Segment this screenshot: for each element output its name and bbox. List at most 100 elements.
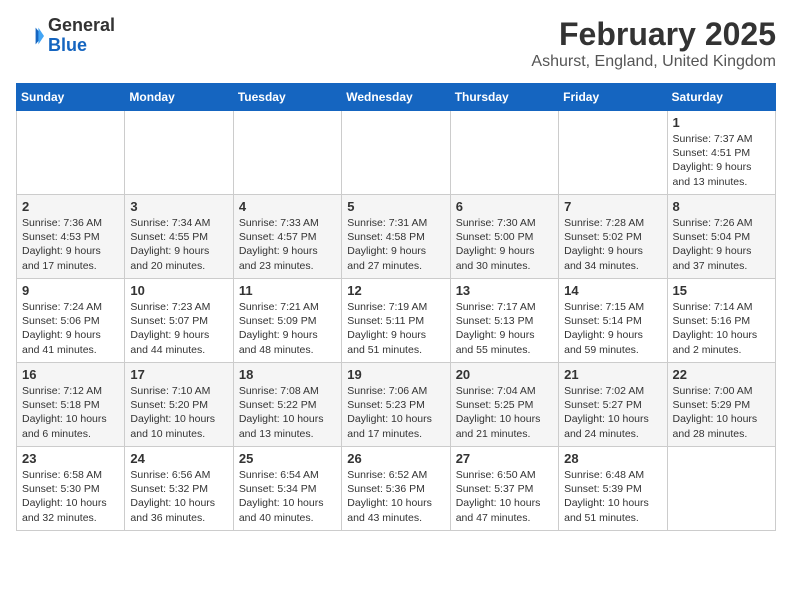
- week-row-4: 23Sunrise: 6:58 AM Sunset: 5:30 PM Dayli…: [17, 447, 776, 531]
- cell-text: Sunrise: 7:06 AM Sunset: 5:23 PM Dayligh…: [347, 384, 444, 441]
- weekday-header-sunday: Sunday: [17, 84, 125, 111]
- calendar-cell: 22Sunrise: 7:00 AM Sunset: 5:29 PM Dayli…: [667, 363, 775, 447]
- cell-content: 20 Sunrise: 7:04 AM Sunset: 5:25 PM Dayli…: [456, 367, 553, 442]
- cell-text: Sunrise: 7:23 AM Sunset: 5:07 PM Dayligh…: [130, 300, 227, 357]
- cell-content: [564, 115, 661, 190]
- day-number: 20: [456, 367, 553, 382]
- day-number: 12: [347, 283, 444, 298]
- calendar-cell: 4 Sunrise: 7:33 AM Sunset: 4:57 PM Daylig…: [233, 195, 341, 279]
- cell-content: 1 Sunrise: 7:37 AM Sunset: 4:51 PM Daylig…: [673, 115, 770, 190]
- day-number: 1: [673, 115, 770, 130]
- day-number: 23: [22, 451, 119, 466]
- cell-text: Sunrise: 6:50 AM Sunset: 5:37 PM Dayligh…: [456, 468, 553, 525]
- day-number: 4: [239, 199, 336, 214]
- cell-content: 5 Sunrise: 7:31 AM Sunset: 4:58 PM Daylig…: [347, 199, 444, 274]
- calendar-cell: 6Sunrise: 7:30 AM Sunset: 5:00 PM Daylig…: [450, 195, 558, 279]
- calendar-cell: 7Sunrise: 7:28 AM Sunset: 5:02 PM Daylig…: [559, 195, 667, 279]
- cell-content: 4 Sunrise: 7:33 AM Sunset: 4:57 PM Daylig…: [239, 199, 336, 274]
- cell-content: 17 Sunrise: 7:10 AM Sunset: 5:20 PM Dayli…: [130, 367, 227, 442]
- calendar-cell: [667, 447, 775, 531]
- calendar-cell: [450, 111, 558, 195]
- day-number: 26: [347, 451, 444, 466]
- cell-content: 13Sunrise: 7:17 AM Sunset: 5:13 PM Dayli…: [456, 283, 553, 358]
- day-number: 2: [22, 199, 119, 214]
- cell-content: [130, 115, 227, 190]
- cell-content: 9 Sunrise: 7:24 AM Sunset: 5:06 PM Daylig…: [22, 283, 119, 358]
- day-number: 19: [347, 367, 444, 382]
- cell-text: Sunrise: 7:31 AM Sunset: 4:58 PM Dayligh…: [347, 216, 444, 273]
- calendar-cell: 19 Sunrise: 7:06 AM Sunset: 5:23 PM Dayli…: [342, 363, 450, 447]
- cell-text: Sunrise: 7:04 AM Sunset: 5:25 PM Dayligh…: [456, 384, 553, 441]
- calendar-cell: 20 Sunrise: 7:04 AM Sunset: 5:25 PM Dayli…: [450, 363, 558, 447]
- cell-text: Sunrise: 7:37 AM Sunset: 4:51 PM Dayligh…: [673, 132, 770, 189]
- cell-text: Sunrise: 7:08 AM Sunset: 5:22 PM Dayligh…: [239, 384, 336, 441]
- cell-content: 6Sunrise: 7:30 AM Sunset: 5:00 PM Daylig…: [456, 199, 553, 274]
- week-row-3: 16 Sunrise: 7:12 AM Sunset: 5:18 PM Dayli…: [17, 363, 776, 447]
- cell-content: 15 Sunrise: 7:14 AM Sunset: 5:16 PM Dayli…: [673, 283, 770, 358]
- cell-content: 8Sunrise: 7:26 AM Sunset: 5:04 PM Daylig…: [673, 199, 770, 274]
- day-number: 7: [564, 199, 661, 214]
- month-title: February 2025: [531, 16, 776, 53]
- cell-content: 11Sunrise: 7:21 AM Sunset: 5:09 PM Dayli…: [239, 283, 336, 358]
- calendar-cell: [342, 111, 450, 195]
- day-number: 3: [130, 199, 227, 214]
- cell-content: 3Sunrise: 7:34 AM Sunset: 4:55 PM Daylig…: [130, 199, 227, 274]
- cell-content: 12 Sunrise: 7:19 AM Sunset: 5:11 PM Dayli…: [347, 283, 444, 358]
- cell-content: 24Sunrise: 6:56 AM Sunset: 5:32 PM Dayli…: [130, 451, 227, 526]
- cell-text: Sunrise: 7:19 AM Sunset: 5:11 PM Dayligh…: [347, 300, 444, 357]
- day-number: 5: [347, 199, 444, 214]
- calendar-cell: 26Sunrise: 6:52 AM Sunset: 5:36 PM Dayli…: [342, 447, 450, 531]
- cell-content: 21Sunrise: 7:02 AM Sunset: 5:27 PM Dayli…: [564, 367, 661, 442]
- day-number: 15: [673, 283, 770, 298]
- calendar-cell: 13Sunrise: 7:17 AM Sunset: 5:13 PM Dayli…: [450, 279, 558, 363]
- cell-text: Sunrise: 7:30 AM Sunset: 5:00 PM Dayligh…: [456, 216, 553, 273]
- cell-content: 25Sunrise: 6:54 AM Sunset: 5:34 PM Dayli…: [239, 451, 336, 526]
- cell-content: [673, 451, 770, 526]
- calendar-cell: 15 Sunrise: 7:14 AM Sunset: 5:16 PM Dayli…: [667, 279, 775, 363]
- cell-text: Sunrise: 7:10 AM Sunset: 5:20 PM Dayligh…: [130, 384, 227, 441]
- week-row-2: 9 Sunrise: 7:24 AM Sunset: 5:06 PM Daylig…: [17, 279, 776, 363]
- cell-content: 19 Sunrise: 7:06 AM Sunset: 5:23 PM Dayli…: [347, 367, 444, 442]
- day-number: 17: [130, 367, 227, 382]
- cell-content: 23Sunrise: 6:58 AM Sunset: 5:30 PM Dayli…: [22, 451, 119, 526]
- calendar-cell: [125, 111, 233, 195]
- calendar-cell: 23Sunrise: 6:58 AM Sunset: 5:30 PM Dayli…: [17, 447, 125, 531]
- day-number: 24: [130, 451, 227, 466]
- cell-text: Sunrise: 7:24 AM Sunset: 5:06 PM Dayligh…: [22, 300, 119, 357]
- calendar-cell: 12 Sunrise: 7:19 AM Sunset: 5:11 PM Dayli…: [342, 279, 450, 363]
- cell-text: Sunrise: 7:14 AM Sunset: 5:16 PM Dayligh…: [673, 300, 770, 357]
- cell-content: 7Sunrise: 7:28 AM Sunset: 5:02 PM Daylig…: [564, 199, 661, 274]
- cell-content: 14Sunrise: 7:15 AM Sunset: 5:14 PM Dayli…: [564, 283, 661, 358]
- cell-content: [22, 115, 119, 190]
- day-number: 14: [564, 283, 661, 298]
- weekday-header-wednesday: Wednesday: [342, 84, 450, 111]
- calendar-cell: 3Sunrise: 7:34 AM Sunset: 4:55 PM Daylig…: [125, 195, 233, 279]
- day-number: 11: [239, 283, 336, 298]
- calendar-cell: 17 Sunrise: 7:10 AM Sunset: 5:20 PM Dayli…: [125, 363, 233, 447]
- cell-text: Sunrise: 7:33 AM Sunset: 4:57 PM Dayligh…: [239, 216, 336, 273]
- cell-content: 2Sunrise: 7:36 AM Sunset: 4:53 PM Daylig…: [22, 199, 119, 274]
- cell-content: 26Sunrise: 6:52 AM Sunset: 5:36 PM Dayli…: [347, 451, 444, 526]
- calendar-cell: 25Sunrise: 6:54 AM Sunset: 5:34 PM Dayli…: [233, 447, 341, 531]
- cell-content: 27Sunrise: 6:50 AM Sunset: 5:37 PM Dayli…: [456, 451, 553, 526]
- cell-text: Sunrise: 7:02 AM Sunset: 5:27 PM Dayligh…: [564, 384, 661, 441]
- cell-text: Sunrise: 7:00 AM Sunset: 5:29 PM Dayligh…: [673, 384, 770, 441]
- calendar-cell: 9 Sunrise: 7:24 AM Sunset: 5:06 PM Daylig…: [17, 279, 125, 363]
- week-row-1: 2Sunrise: 7:36 AM Sunset: 4:53 PM Daylig…: [17, 195, 776, 279]
- day-number: 9: [22, 283, 119, 298]
- logo-general-text: General: [48, 15, 115, 35]
- calendar-cell: 5 Sunrise: 7:31 AM Sunset: 4:58 PM Daylig…: [342, 195, 450, 279]
- calendar-cell: 21Sunrise: 7:02 AM Sunset: 5:27 PM Dayli…: [559, 363, 667, 447]
- calendar-cell: [233, 111, 341, 195]
- calendar-cell: 14Sunrise: 7:15 AM Sunset: 5:14 PM Dayli…: [559, 279, 667, 363]
- day-number: 16: [22, 367, 119, 382]
- calendar-cell: 11Sunrise: 7:21 AM Sunset: 5:09 PM Dayli…: [233, 279, 341, 363]
- calendar-cell: 28Sunrise: 6:48 AM Sunset: 5:39 PM Dayli…: [559, 447, 667, 531]
- cell-content: 10Sunrise: 7:23 AM Sunset: 5:07 PM Dayli…: [130, 283, 227, 358]
- cell-content: 22Sunrise: 7:00 AM Sunset: 5:29 PM Dayli…: [673, 367, 770, 442]
- cell-text: Sunrise: 7:26 AM Sunset: 5:04 PM Dayligh…: [673, 216, 770, 273]
- calendar-cell: 16 Sunrise: 7:12 AM Sunset: 5:18 PM Dayli…: [17, 363, 125, 447]
- cell-text: Sunrise: 7:12 AM Sunset: 5:18 PM Dayligh…: [22, 384, 119, 441]
- cell-text: Sunrise: 7:17 AM Sunset: 5:13 PM Dayligh…: [456, 300, 553, 357]
- weekday-header-saturday: Saturday: [667, 84, 775, 111]
